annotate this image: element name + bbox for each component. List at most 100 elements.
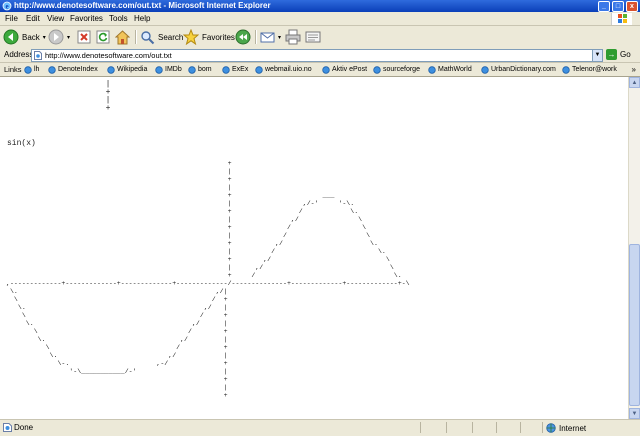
menu-favorites[interactable]: Favorites (70, 12, 103, 25)
scroll-down-icon[interactable]: ▼ (629, 408, 640, 419)
scroll-thumb[interactable] (629, 244, 640, 406)
link-label: bom (198, 66, 212, 73)
standard-toolbar: Back ▾ ▾ Search Favorites ▾ (0, 26, 640, 49)
link-label: DenoteIndex (58, 66, 98, 73)
toolbar-separator (255, 30, 257, 44)
back-button[interactable]: Back ▾ (3, 29, 46, 45)
globe-icon (546, 423, 556, 433)
link-page-icon (222, 65, 230, 74)
link-label: ExEx (232, 66, 249, 73)
security-zone: Internet (546, 420, 586, 436)
forward-dropdown-icon[interactable]: ▾ (67, 34, 70, 41)
link-label: Telenor@work (572, 66, 617, 73)
status-bar: Done Internet (0, 419, 640, 436)
forward-button[interactable]: ▾ (48, 29, 70, 45)
link-sourceforge[interactable]: sourceforge (373, 63, 420, 76)
home-icon (115, 29, 130, 44)
status-panel (420, 422, 421, 433)
menu-help[interactable]: Help (134, 12, 150, 25)
scroll-up-icon[interactable]: ▲ (629, 77, 640, 88)
search-icon (141, 30, 155, 44)
print-button[interactable] (285, 29, 301, 45)
link-page-icon (322, 65, 330, 74)
link-telenor[interactable]: Telenor@work (562, 63, 617, 76)
status-text: Done (14, 423, 34, 432)
menu-edit[interactable]: Edit (26, 12, 40, 25)
favorites-star-icon (183, 29, 199, 45)
go-arrow-icon: → (606, 49, 617, 60)
search-label: Search (158, 32, 184, 42)
media-button[interactable] (235, 29, 251, 45)
print-icon (285, 29, 301, 45)
address-input[interactable]: http://www.denotesoftware.com/out.txt ▼ (31, 49, 603, 62)
close-button[interactable]: x (626, 1, 638, 12)
stop-button[interactable] (77, 29, 91, 45)
svg-text:e: e (5, 3, 8, 11)
toolbar-separator (135, 30, 137, 44)
link-lh[interactable]: lh (24, 63, 39, 76)
link-denoteindex[interactable]: DenoteIndex (48, 63, 98, 76)
menu-bar: File Edit View Favorites Tools Help (0, 12, 640, 26)
favorites-label: Favorites (202, 32, 235, 42)
page-icon (34, 51, 42, 60)
vertical-scrollbar[interactable]: ▲ ▼ (628, 77, 640, 419)
plot-title: sin(x) (7, 139, 36, 148)
links-label: Links (4, 65, 22, 74)
link-page-icon (188, 65, 196, 74)
menu-tools[interactable]: Tools (109, 12, 128, 25)
link-mathworld[interactable]: MathWorld (428, 63, 472, 76)
mail-dropdown-icon[interactable]: ▾ (278, 34, 281, 41)
address-bar: Address http://www.denotesoftware.com/ou… (0, 48, 640, 63)
ie-logo-icon: e (2, 1, 12, 11)
page-content: | + | + sin(x) + | + | + ___ | ,/-' '-\.… (0, 77, 628, 419)
link-page-icon (481, 65, 489, 74)
menu-file[interactable]: File (5, 12, 18, 25)
link-imdb[interactable]: IMDb (155, 63, 182, 76)
link-webmail[interactable]: webmail.uio.no (255, 63, 312, 76)
zone-label: Internet (559, 423, 587, 433)
page-done-icon (3, 423, 12, 432)
link-wikipedia[interactable]: Wikipedia (107, 63, 147, 76)
refresh-button[interactable] (96, 29, 110, 45)
top-axis-fragment: | + | + (105, 80, 111, 113)
status-panel (446, 422, 447, 433)
favorites-button[interactable]: Favorites (183, 29, 235, 45)
link-page-icon (155, 65, 163, 74)
address-dropdown-icon[interactable]: ▼ (592, 50, 602, 61)
minimize-button[interactable]: _ (598, 1, 610, 12)
media-icon (235, 29, 251, 45)
link-page-icon (428, 65, 436, 74)
link-label: Wikipedia (117, 66, 148, 73)
status-panel (496, 422, 497, 433)
edit-button[interactable] (305, 29, 321, 45)
refresh-icon (96, 30, 110, 44)
ascii-sine-plot: + | + | + ___ | ,/-' '-\. + / \. | ,/ \ … (6, 160, 410, 399)
menu-view[interactable]: View (47, 12, 64, 25)
go-button[interactable]: → Go (606, 49, 631, 60)
back-dropdown-icon[interactable]: ▾ (43, 34, 46, 41)
maximize-button[interactable]: □ (612, 1, 624, 12)
link-page-icon (24, 65, 32, 74)
go-label: Go (620, 50, 631, 59)
back-icon (3, 29, 19, 45)
windows-logo-icon (611, 13, 632, 25)
link-aktiv-epost[interactable]: Aktiv ePost (322, 63, 367, 76)
link-label: Aktiv ePost (332, 66, 368, 73)
link-urbandictionary[interactable]: UrbanDictionary.com (481, 63, 556, 76)
link-page-icon (48, 65, 56, 74)
status-panel (472, 422, 473, 433)
home-button[interactable] (115, 29, 130, 45)
link-label: UrbanDictionary.com (491, 66, 556, 73)
stop-icon (77, 30, 91, 44)
mail-button[interactable]: ▾ (260, 29, 281, 45)
status-panel (520, 422, 521, 433)
links-more-chevron-icon[interactable]: » (632, 63, 636, 76)
link-label: webmail.uio.no (265, 66, 312, 73)
link-exex[interactable]: ExEx (222, 63, 248, 76)
search-button[interactable]: Search (140, 29, 183, 45)
window-title: http://www.denotesoftware.com/out.txt - … (14, 1, 271, 10)
title-bar: e http://www.denotesoftware.com/out.txt … (0, 0, 640, 12)
link-bom[interactable]: bom (188, 63, 212, 76)
links-bar: Links lh DenoteIndex Wikipedia IMDb bom … (0, 63, 640, 77)
link-page-icon (107, 65, 115, 74)
